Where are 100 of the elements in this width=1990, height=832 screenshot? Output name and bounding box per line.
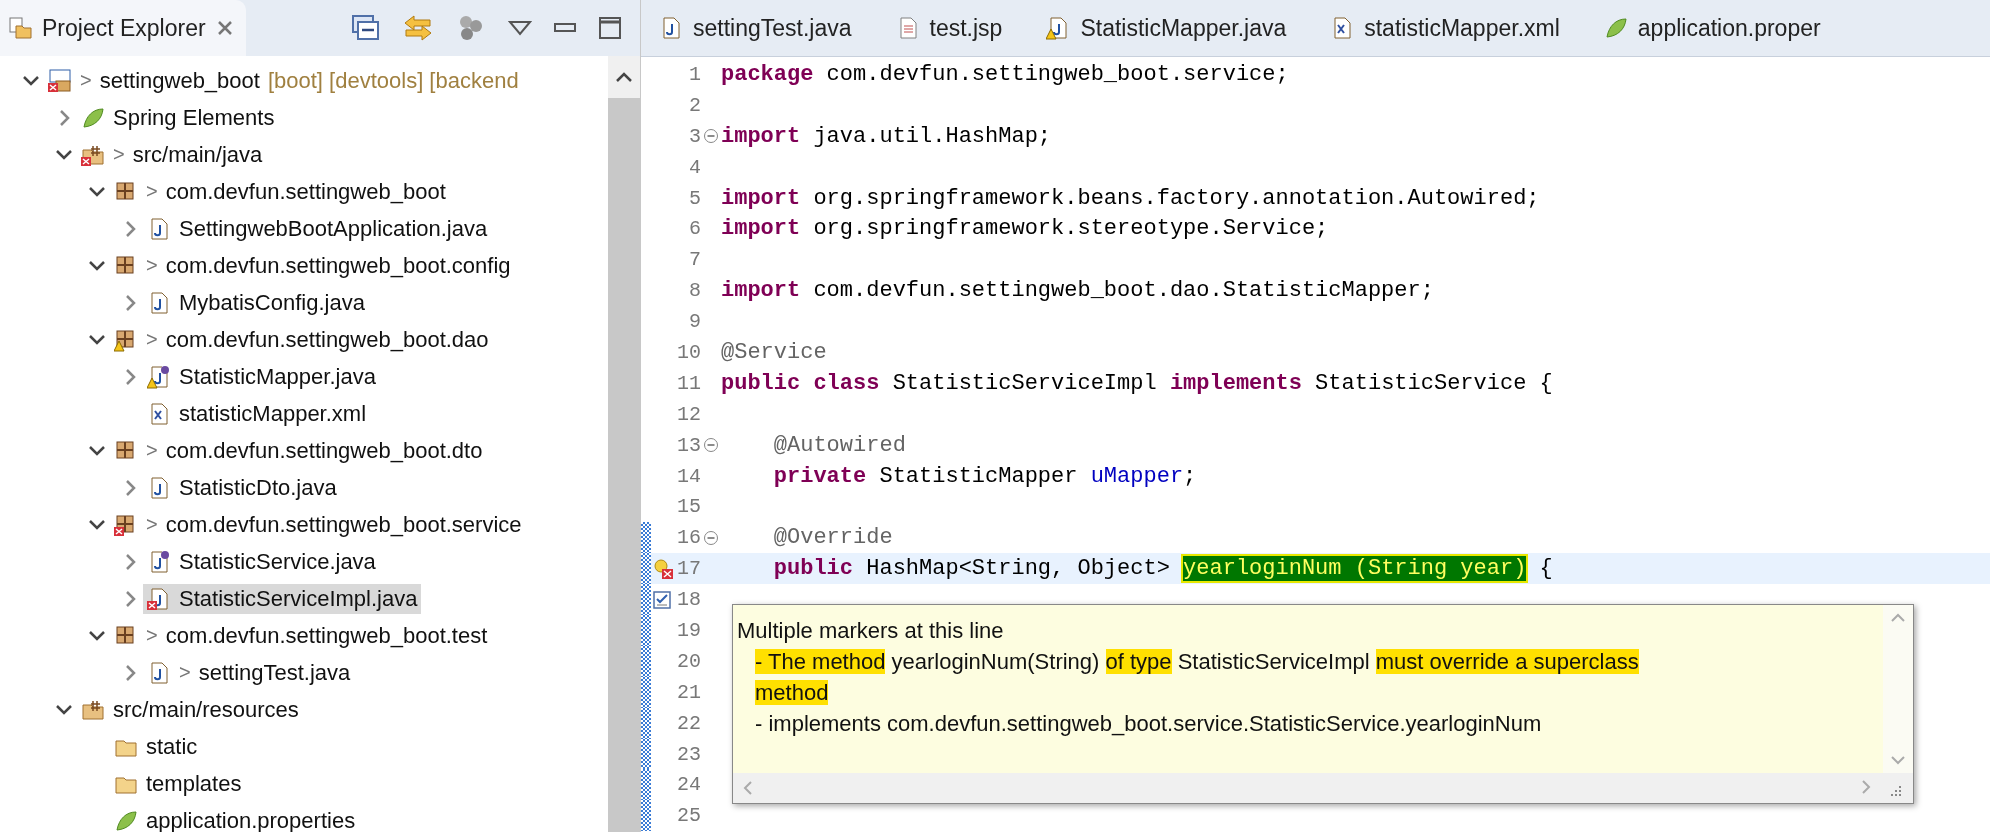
tree-label: Spring Elements: [113, 104, 275, 131]
change-marker: >: [146, 513, 158, 536]
error-bulb-icon[interactable]: [652, 557, 674, 580]
tree-label: com.devfun.settingweb_boot.test: [165, 622, 488, 649]
tree-item[interactable]: StatisticService.java: [143, 546, 380, 577]
tree-item[interactable]: > com.devfun.settingweb_boot.config: [110, 250, 515, 281]
line-number: 24: [676, 773, 701, 797]
view-menu-icon[interactable]: [508, 20, 532, 36]
scrollbar[interactable]: [608, 56, 640, 832]
tree-label: com.devfun.settingweb_boot.service: [165, 511, 522, 538]
tree-item[interactable]: Spring Elements: [77, 102, 279, 133]
line-number: 19: [676, 618, 701, 642]
line-number: 16: [676, 526, 701, 550]
line-number: 17: [676, 557, 701, 581]
fold-icon[interactable]: [703, 437, 719, 454]
change-marker: >: [113, 143, 125, 166]
scroll-left-icon[interactable]: [743, 780, 753, 796]
line-number: 14: [676, 464, 701, 488]
tree-label: src/main/resources: [113, 696, 299, 723]
line-number: 2: [688, 93, 701, 117]
tree-item[interactable]: statisticMapper.xml: [143, 398, 371, 429]
fold-icon[interactable]: [703, 128, 719, 145]
line-number: 3: [688, 124, 701, 148]
tree-label: StatisticMapper.java: [179, 363, 376, 390]
code-line: import java.util.HashMap;: [721, 123, 1052, 149]
line-number: 12: [676, 402, 701, 426]
tree-label: templates: [146, 770, 242, 797]
tree-item[interactable]: > com.devfun.settingweb_boot.test: [110, 620, 492, 651]
tree-label: MybatisConfig.java: [179, 289, 365, 316]
tree-item[interactable]: > settingTest.java: [143, 657, 355, 688]
line-number: 25: [676, 804, 701, 828]
maximize-icon[interactable]: [598, 16, 622, 40]
tree-label: static: [146, 733, 198, 760]
tree-label: statisticMapper.xml: [179, 400, 367, 427]
tree-item[interactable]: templates: [110, 768, 246, 799]
task-icon[interactable]: [652, 588, 674, 611]
tree-item[interactable]: src/main/resources: [77, 694, 303, 725]
tree-item[interactable]: MybatisConfig.java: [143, 287, 369, 318]
line-number: 13: [676, 433, 701, 457]
scroll-down-icon[interactable]: [1890, 755, 1906, 765]
change-marker: >: [179, 661, 191, 684]
change-marker: >: [146, 328, 158, 351]
tree-item[interactable]: application.properties: [110, 805, 360, 832]
change-marker: >: [146, 624, 158, 647]
tree-label: src/main/java: [132, 141, 263, 168]
change-marker: >: [146, 254, 158, 277]
tree-item[interactable]: > src/main/java: [77, 139, 267, 170]
code-line: @Autowired: [772, 432, 906, 458]
tree-item[interactable]: static: [110, 731, 202, 762]
tree-item[interactable]: StatisticServiceImpl.java: [143, 583, 422, 614]
editor-tab[interactable]: application.proper: [1603, 14, 1821, 42]
line-number: 11: [676, 371, 701, 395]
tree-label: StatisticServiceImpl.java: [179, 585, 418, 612]
code-line: @Override: [772, 525, 893, 551]
editor-tab[interactable]: StatisticMapper.java: [1046, 14, 1287, 42]
code-line: @Service: [721, 339, 827, 365]
code-line: public HashMap<String, Object> yearloginNum (String year) {: [772, 556, 1553, 582]
fold-icon[interactable]: [703, 529, 719, 546]
line-number: 22: [676, 711, 701, 735]
tree-item[interactable]: > com.devfun.settingweb_boot: [110, 176, 450, 207]
change-marker: >: [146, 180, 158, 203]
line-number: 18: [676, 588, 701, 612]
tree-label: SettingwebBootApplication.java: [179, 215, 488, 242]
tree-item[interactable]: StatisticDto.java: [143, 472, 341, 503]
tree-item[interactable]: > com.devfun.settingweb_boot.dto: [110, 435, 487, 466]
popup-title: Multiple markers at this line: [737, 617, 1005, 645]
change-marker: >: [146, 439, 158, 462]
line-number: 7: [688, 248, 701, 272]
tree-item[interactable]: > com.devfun.settingweb_boot.dao: [110, 324, 493, 355]
tree-item[interactable]: > com.devfun.settingweb_boot.service: [110, 509, 526, 540]
scroll-up-icon[interactable]: [615, 71, 633, 83]
explorer-icon: [8, 16, 32, 40]
line-number: 9: [688, 310, 701, 334]
code-line: import org.springframework.stereotype.Service;: [721, 216, 1329, 242]
line-number: 15: [676, 495, 701, 519]
line-number: 23: [676, 742, 701, 766]
tree-item[interactable]: > settingweb_boot [boot] [devtools] [backend: [44, 65, 523, 96]
line-number: 4: [688, 155, 701, 179]
line-number: 21: [676, 680, 701, 704]
editor-tab[interactable]: settingTest.java: [659, 14, 852, 42]
editor-tab[interactable]: statisticMapper.xml: [1330, 14, 1560, 42]
tree-label: com.devfun.settingweb_boot: [165, 178, 446, 205]
tree-label: com.devfun.settingweb_boot.dao: [165, 326, 489, 353]
tree-item[interactable]: StatisticMapper.java: [143, 361, 380, 392]
line-number: 5: [688, 186, 701, 210]
change-marker: >: [80, 69, 92, 92]
link-arrows-icon[interactable]: [402, 14, 434, 42]
editor-tab[interactable]: test.jsp: [895, 14, 1003, 42]
minimize-icon[interactable]: [554, 22, 576, 34]
tree-item[interactable]: SettingwebBootApplication.java: [143, 213, 492, 244]
collapse-all-icon[interactable]: [352, 15, 380, 41]
problem-message: - implements com.devfun.settingweb_boot.service.StatisticService.yearloginNum: [754, 710, 1543, 738]
close-icon[interactable]: [215, 19, 234, 37]
problem-message: - The method yearloginNum(String) of type StatisticServiceImpl must override a superclass method: [754, 648, 1640, 707]
line-number: 1: [688, 62, 701, 86]
line-number: 8: [688, 279, 701, 303]
code-line: private StatisticMapper uMapper;: [772, 463, 1197, 489]
code-line: import org.springframework.beans.factory.annotation.Autowired;: [721, 185, 1540, 211]
code-line: package com.devfun.settingweb_boot.service;: [721, 61, 1289, 87]
tree-label: com.devfun.settingweb_boot.dto: [165, 437, 483, 464]
